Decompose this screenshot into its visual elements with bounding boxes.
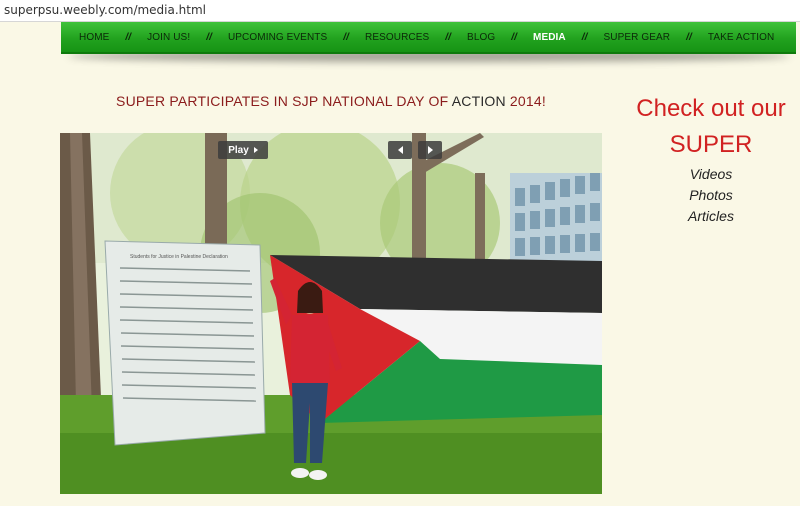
headline-part-3: 2014! (505, 93, 546, 109)
sidebar-link-articles[interactable]: Articles (622, 206, 800, 227)
nav-separator: // (581, 31, 588, 43)
svg-text:Students for Justice in Palest: Students for Justice in Palestine Declar… (130, 254, 228, 260)
nav-separator: // (686, 31, 692, 43)
nav-item-join-us[interactable]: JOIN US! (147, 32, 190, 43)
headline-part-1: SUPER PARTICIPATES IN SJP NATIONAL DAY O… (116, 93, 452, 109)
slideshow-prev-button[interactable] (388, 141, 412, 159)
page-headline: SUPER PARTICIPATES IN SJP NATIONAL DAY O… (60, 93, 602, 109)
main-navigation: HOME // JOIN US! // UPCOMING EVENTS // RESOURC… (61, 22, 796, 54)
nav-separator: // (343, 31, 350, 43)
nav-item-blog[interactable]: BLOG (467, 32, 495, 43)
nav-separator: // (445, 31, 452, 43)
nav-item-take-action[interactable]: TAKE ACTION (708, 32, 774, 43)
slideshow-photo[interactable]: Students for Justice in Palestine Declar… (60, 133, 602, 494)
chevron-left-icon (397, 146, 403, 154)
sidebar-link-videos[interactable]: Videos (622, 164, 800, 185)
nav-separator: // (125, 31, 132, 43)
sidebar: Check out our SUPER Videos Photos Articl… (622, 92, 800, 227)
browser-address-bar[interactable]: superpsu.weebly.com/media.html (0, 0, 800, 22)
play-label: Play (228, 144, 249, 156)
headline-part-2: ACTION (451, 93, 506, 109)
nav-item-resources[interactable]: RESOURCES (365, 32, 429, 43)
nav-separator: // (511, 31, 518, 43)
nav-item-super-gear[interactable]: SUPER GEAR (604, 32, 671, 43)
nav-item-media[interactable]: MEDIA (533, 32, 566, 43)
slideshow-next-button[interactable] (418, 141, 442, 159)
slideshow-image: Students for Justice in Palestine Declar… (60, 133, 602, 494)
url-text[interactable]: superpsu.weebly.com/media.html (4, 3, 206, 17)
sidebar-title-line-2: SUPER (669, 131, 753, 158)
chevron-right-icon (427, 146, 433, 154)
sidebar-link-photos[interactable]: Photos (622, 185, 800, 206)
play-icon (253, 147, 258, 153)
nav-separator: // (206, 31, 212, 43)
nav-item-home[interactable]: HOME (79, 32, 109, 43)
nav-item-upcoming-events[interactable]: UPCOMING EVENTS (228, 32, 327, 43)
sidebar-title-line-1: Check out our (636, 95, 786, 122)
slideshow-play-button[interactable]: Play (218, 141, 268, 159)
